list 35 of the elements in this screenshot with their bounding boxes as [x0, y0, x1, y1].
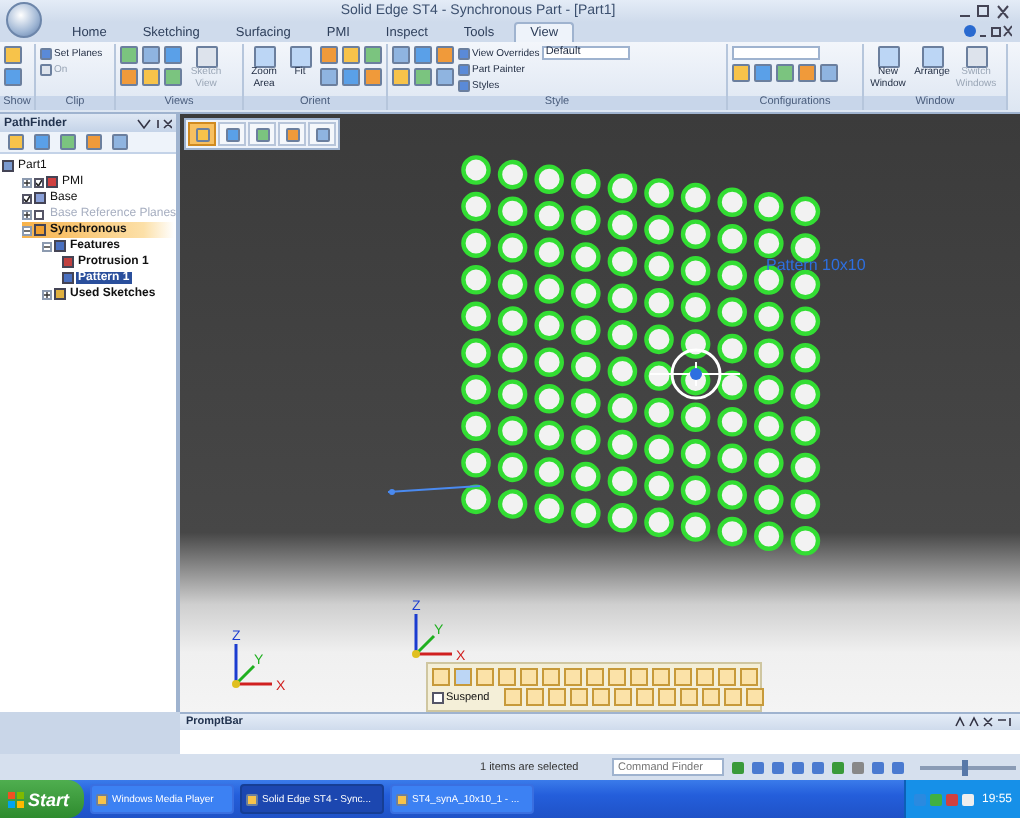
expand-icon[interactable]	[22, 177, 32, 187]
flag-icon	[8, 791, 24, 807]
document-controls-icon[interactable]	[964, 24, 1012, 38]
tree-node-icon	[54, 288, 66, 300]
axis-line	[387, 485, 481, 495]
view-tool-button[interactable]	[278, 122, 306, 146]
pane-controls-icon[interactable]	[136, 117, 172, 129]
view-tool-button[interactable]	[308, 122, 336, 146]
feature-label: Pattern 10x10	[766, 256, 866, 274]
expand-icon[interactable]	[42, 289, 52, 299]
tree-node-icon	[34, 192, 46, 204]
checkbox[interactable]	[22, 193, 32, 203]
configuration-dropdown[interactable]	[732, 46, 820, 60]
tree-node-icon	[46, 176, 58, 188]
application-button[interactable]	[6, 2, 42, 38]
tree-node-icon	[34, 224, 46, 236]
pane-controls-icon[interactable]	[954, 716, 1014, 728]
axis-triad-icon	[232, 644, 272, 688]
tree-node-icon	[62, 272, 74, 284]
expand-icon[interactable]	[22, 209, 32, 219]
view-tool-button[interactable]	[218, 122, 246, 146]
start-button[interactable]: Start	[0, 780, 84, 818]
collapse-icon[interactable]	[22, 225, 32, 235]
tree-node-icon	[62, 256, 74, 268]
checkbox[interactable]	[34, 209, 44, 219]
checkbox[interactable]	[34, 177, 44, 187]
tree-node-icon	[54, 240, 66, 252]
view-tool-button[interactable]	[248, 122, 276, 146]
axis-triad-icon	[412, 614, 452, 658]
collapse-icon[interactable]	[42, 241, 52, 251]
steering-wheel-icon[interactable]	[649, 348, 741, 400]
window-controls-icon[interactable]	[956, 3, 1012, 19]
view-tool-button[interactable]	[188, 122, 216, 146]
tree-node-icon	[2, 160, 14, 172]
slider-thumb[interactable]	[961, 759, 968, 775]
